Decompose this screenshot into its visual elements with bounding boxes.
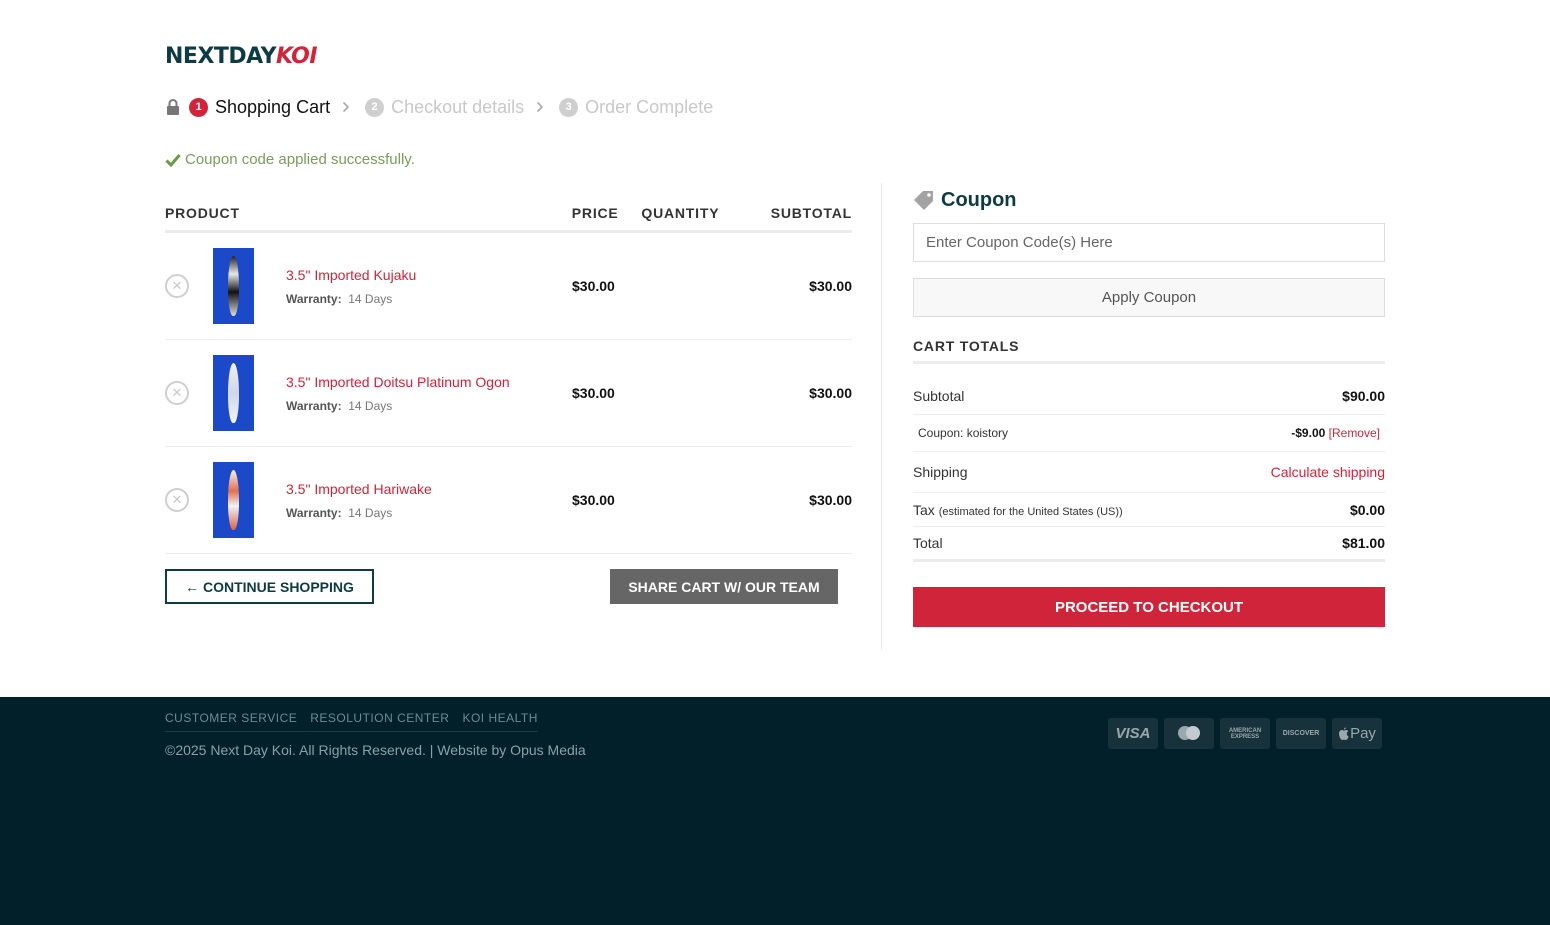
totals-row-subtotal: Subtotal $90.00 [913, 378, 1385, 415]
total-label: Total [913, 535, 943, 551]
tax-note: (estimated for the United States (US)) [938, 505, 1123, 518]
product-name-link[interactable]: 3.5" Imported Kujaku [286, 267, 572, 283]
proceed-to-checkout-button[interactable]: PROCEED TO CHECKOUT [913, 587, 1385, 627]
footer-copyright: ©2025 Next Day Koi. All Rights Reserved.… [165, 742, 586, 758]
footer-nav: CUSTOMER SERVICE RESOLUTION CENTER KOI H… [165, 711, 538, 732]
remove-item-button[interactable]: ✕ [165, 381, 189, 405]
header-subtotal: SUBTOTAL [770, 205, 853, 221]
logo-text-koi: KOI [276, 44, 318, 69]
tag-icon [914, 191, 933, 210]
product-price: $30.00 [572, 385, 615, 401]
chevron-right-icon [343, 101, 350, 113]
remove-coupon-link[interactable]: [Remove] [1329, 426, 1380, 440]
checkmark-icon [165, 153, 181, 167]
calculate-shipping-link[interactable]: Calculate shipping [1271, 464, 1385, 480]
product-thumbnail[interactable] [213, 248, 254, 324]
step-3-number: 3 [559, 97, 579, 117]
warranty-value: 14 Days [348, 398, 393, 413]
product-name-link[interactable]: 3.5" Imported Hariwake [286, 481, 572, 497]
coupon-code-input[interactable] [913, 223, 1385, 262]
visa-icon: VISA [1108, 718, 1158, 749]
remove-item-button[interactable]: ✕ [165, 274, 189, 298]
coupon-heading: Coupon [913, 185, 1385, 215]
step-1-number: 1 [189, 97, 208, 117]
logo-text-nextday: NEXTDAY [165, 44, 277, 69]
header-product: PRODUCT [165, 205, 240, 221]
step-order-complete: Order Complete [585, 96, 714, 117]
warranty-value: 14 Days [348, 291, 393, 306]
product-warranty: Warranty: 14 Days [286, 399, 572, 413]
product-price: $30.00 [572, 492, 615, 508]
footer-link-customer-service[interactable]: CUSTOMER SERVICE [165, 711, 297, 725]
step-2-number: 2 [365, 97, 385, 117]
coupon-applied-label: Coupon: koistory [918, 426, 1009, 440]
success-notice: Coupon code applied successfully. [165, 151, 415, 168]
shipping-label: Shipping [913, 464, 968, 480]
cart-totals-heading: CART TOTALS [913, 338, 1385, 364]
totals-row-total: Total $81.00 [913, 527, 1385, 562]
product-warranty: Warranty: 14 Days [286, 506, 572, 520]
cart-row: ✕ 3.5" Imported Hariwake Warranty: 14 Da… [165, 447, 852, 554]
coupon-discount-value: -$9.00 [1291, 426, 1326, 440]
cart-table: PRODUCT PRICE QUANTITY SUBTOTAL ✕ 3.5" I… [165, 205, 852, 554]
discover-icon: DISCOVER [1276, 718, 1326, 749]
footer-link-koi-health[interactable]: KOI HEALTH [462, 711, 537, 725]
totals-row-coupon: Coupon: koistory -$9.00 [Remove] [913, 415, 1385, 452]
product-thumbnail[interactable] [213, 462, 254, 538]
tax-label: Tax [913, 501, 935, 518]
total-value: $81.00 [1342, 535, 1385, 551]
tax-value: $0.00 [1349, 501, 1385, 518]
cart-row: ✕ 3.5" Imported Doitsu Platinum Ogon War… [165, 340, 852, 447]
product-name-link[interactable]: 3.5" Imported Doitsu Platinum Ogon [286, 374, 572, 390]
apple-pay-icon: Pay [1332, 718, 1382, 749]
chevron-right-icon [537, 101, 544, 113]
product-subtotal: $30.00 [809, 385, 852, 401]
notice-text: Coupon code applied successfully. [185, 151, 415, 168]
footer-link-resolution-center[interactable]: RESOLUTION CENTER [310, 711, 449, 725]
product-thumbnail[interactable] [213, 355, 254, 431]
lock-icon [167, 99, 179, 115]
warranty-label: Warranty: [286, 291, 342, 306]
apply-coupon-button[interactable]: Apply Coupon [913, 278, 1385, 317]
totals-row-shipping: Shipping Calculate shipping [913, 452, 1385, 493]
mastercard-icon: mastercard [1164, 718, 1214, 749]
payment-icons: VISA mastercard AMERICAN EXPRESS DISCOVE… [1108, 718, 1382, 749]
continue-shopping-button[interactable]: ← CONTINUE SHOPPING [165, 569, 374, 604]
subtotal-label: Subtotal [913, 388, 965, 404]
column-divider [881, 183, 882, 650]
cart-row: ✕ 3.5" Imported Kujaku Warranty: 14 Days… [165, 233, 852, 340]
coupon-title: Coupon [941, 188, 1017, 211]
site-footer: CUSTOMER SERVICE RESOLUTION CENTER KOI H… [0, 697, 1550, 925]
checkout-steps: 1 Shopping Cart 2 Checkout details 3 Ord… [165, 95, 713, 119]
remove-item-button[interactable]: ✕ [165, 488, 189, 512]
product-price: $30.00 [572, 278, 615, 294]
warranty-label: Warranty: [286, 505, 342, 520]
site-logo[interactable]: NEXTDAYKOI [165, 44, 318, 69]
product-subtotal: $30.00 [809, 492, 852, 508]
warranty-label: Warranty: [286, 398, 342, 413]
warranty-value: 14 Days [348, 505, 393, 520]
apple-pay-text: Pay [1350, 725, 1376, 742]
amex-icon: AMERICAN EXPRESS [1220, 718, 1270, 749]
product-warranty: Warranty: 14 Days [286, 292, 572, 306]
subtotal-value: $90.00 [1342, 388, 1385, 404]
share-cart-button[interactable]: SHARE CART W/ OUR TEAM [610, 569, 838, 604]
step-shopping-cart[interactable]: Shopping Cart [215, 97, 330, 118]
step-checkout-details[interactable]: Checkout details [391, 97, 524, 118]
product-subtotal: $30.00 [809, 278, 852, 294]
totals-row-tax: Tax (estimated for the United States (US… [913, 493, 1385, 527]
header-price: PRICE [571, 205, 619, 221]
header-quantity: QUANTITY [641, 205, 720, 221]
cart-sidebar: Coupon Apply Coupon CART TOTALS Subtotal… [913, 183, 1385, 627]
cart-table-header: PRODUCT PRICE QUANTITY SUBTOTAL [165, 205, 852, 233]
